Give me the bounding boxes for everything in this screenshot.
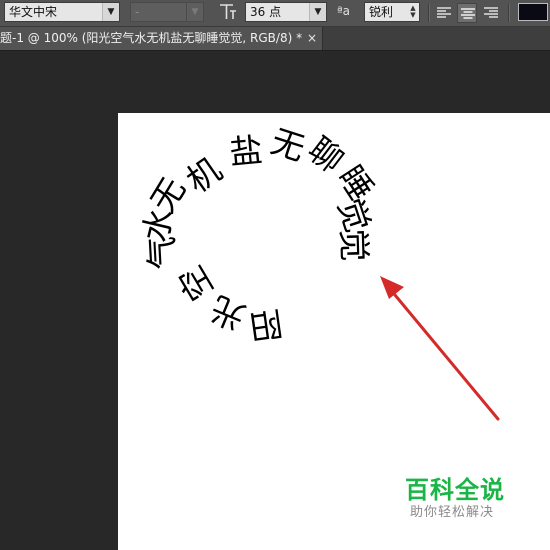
font-family-dropdown[interactable]: 华文中宋 ▼ xyxy=(4,2,120,22)
document-tab[interactable]: 标题-1 @ 100% (阳光空气水无机盐无聊睡觉觉, RGB/8) * xyxy=(0,27,323,50)
options-bar: 华文中宋 ▼ - ▼ 36 点 ▼ ªa 锐利 ▲ ▼ xyxy=(0,0,550,27)
circular-text-glyph: 盐 xyxy=(228,130,264,172)
font-style-value: - xyxy=(135,5,140,19)
watermark-title: 百科全说 xyxy=(405,476,505,504)
document-tab-bar: 标题-1 @ 100% (阳光空气水无机盐无聊睡觉觉, RGB/8) * × xyxy=(0,27,550,51)
align-right-button[interactable] xyxy=(481,3,501,23)
font-family-value: 华文中宋 xyxy=(9,5,58,19)
chevron-down-icon[interactable]: ▼ xyxy=(186,3,203,21)
chevron-down-icon[interactable]: ▼ xyxy=(309,3,326,21)
align-center-button[interactable] xyxy=(457,3,477,23)
text-size-icon xyxy=(218,2,238,26)
align-center-icon xyxy=(461,8,475,19)
font-style-dropdown[interactable]: - ▼ xyxy=(130,2,204,22)
text-color-swatch[interactable] xyxy=(518,3,548,21)
divider xyxy=(428,4,430,22)
chevron-down-icon[interactable]: ▼ xyxy=(102,3,119,21)
circular-text-glyph: 阳 xyxy=(247,303,285,346)
antialias-value: 锐利 xyxy=(369,5,394,19)
red-arrow xyxy=(380,276,500,421)
align-left-button[interactable] xyxy=(434,3,454,23)
circular-text-glyph: 光 xyxy=(205,289,250,338)
divider xyxy=(508,4,510,22)
font-size-dropdown[interactable]: 36 点 ▼ xyxy=(245,2,327,22)
circular-text: 阳光空气水无机盐无聊睡觉觉 xyxy=(135,121,381,346)
font-size-value: 36 点 xyxy=(250,5,282,19)
circular-text-glyph: 觉 xyxy=(334,228,374,262)
align-right-icon xyxy=(484,7,498,18)
align-left-icon xyxy=(437,7,451,18)
antialias-dropdown[interactable]: 锐利 ▲ ▼ xyxy=(364,2,420,22)
spinner-icon[interactable]: ▲ ▼ xyxy=(409,5,417,19)
document-tab-title: 标题-1 @ 100% (阳光空气水无机盐无聊睡觉觉, RGB/8) * xyxy=(0,31,303,45)
antialias-icon: ªa xyxy=(337,4,351,18)
close-icon[interactable]: × xyxy=(305,27,319,50)
watermark-subtitle: 助你轻松解决 xyxy=(410,505,495,520)
